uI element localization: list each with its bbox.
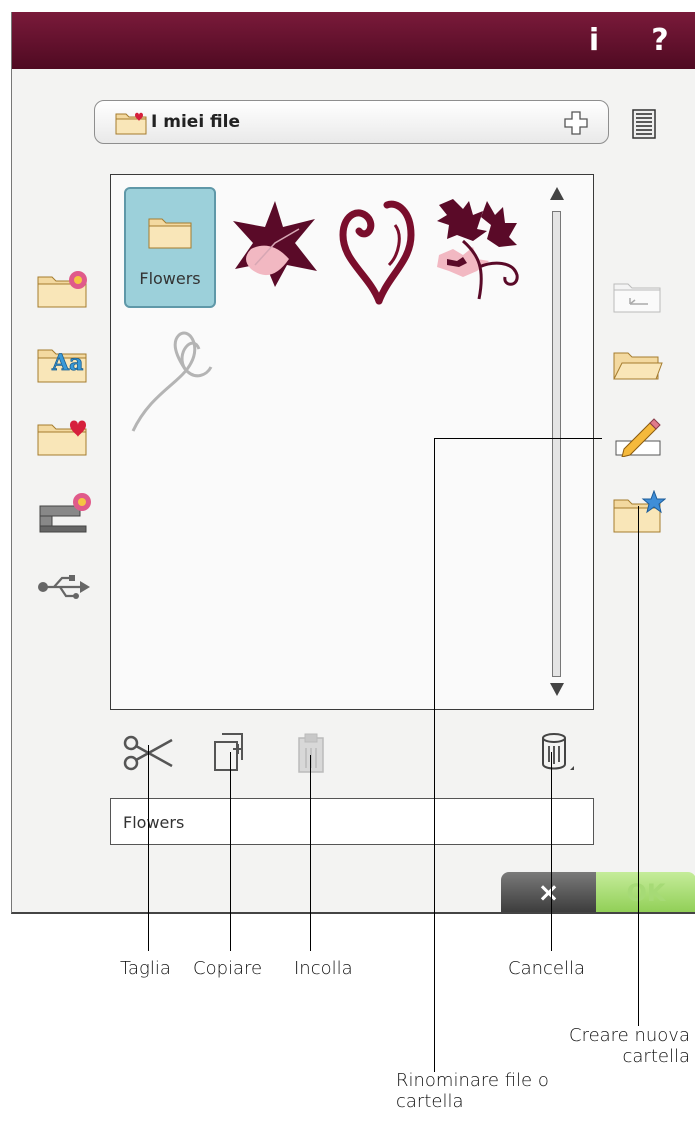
callout-new-folder-line2: cartella <box>622 1046 691 1067</box>
callout-new-folder-line1: Creare nuova <box>569 1025 690 1046</box>
machine-folder-icon[interactable] <box>36 490 92 534</box>
callout-line-paste <box>310 755 311 951</box>
callout-rename-line1: Rinominare file o <box>396 1070 549 1091</box>
scrollbar[interactable] <box>547 181 567 701</box>
location-label: I miei file <box>151 112 241 132</box>
flower-folder-icon[interactable] <box>36 269 90 309</box>
cancel-button[interactable]: × <box>501 872 596 912</box>
callout-line-rename-horizontal <box>434 438 602 439</box>
callout-line-delete <box>551 752 552 951</box>
oak-leaves-design-icon[interactable] <box>433 195 525 305</box>
expand-plus-icon[interactable] <box>563 110 589 136</box>
callout-paste: Incolla <box>294 958 353 979</box>
folder-icon <box>148 218 192 249</box>
font-folder-icon[interactable]: Aa <box>36 342 90 384</box>
paste-icon <box>298 733 324 773</box>
callout-copy: Copiare <box>193 958 263 979</box>
file-grid: Flowers <box>110 174 594 710</box>
help-button[interactable]: ? <box>640 12 680 69</box>
file-item-folder[interactable]: Flowers <box>124 187 216 308</box>
ok-button[interactable]: OK <box>596 872 695 912</box>
callout-line-new-folder <box>638 506 639 1026</box>
scroll-down-icon[interactable] <box>549 681 565 697</box>
name-field-value: Flowers <box>123 813 185 832</box>
callout-line-copy <box>230 752 231 951</box>
scroll-up-icon[interactable] <box>549 185 565 201</box>
name-field[interactable]: Flowers <box>110 798 594 845</box>
heart-ribbon-design-icon[interactable] <box>131 323 221 433</box>
cancel-icon: × <box>537 878 560 908</box>
location-selector[interactable]: I miei file <box>94 100 609 144</box>
folder-up-icon <box>613 283 661 313</box>
scroll-track[interactable] <box>552 211 561 677</box>
rename-pencil-icon[interactable] <box>614 417 664 457</box>
new-folder-icon[interactable] <box>612 490 666 534</box>
callout-new-folder: Creare nuova cartella <box>540 1025 690 1067</box>
file-item-name: Flowers <box>139 269 201 288</box>
my-files-heart-folder-icon[interactable] <box>36 417 90 457</box>
list-view-icon[interactable] <box>632 109 656 139</box>
usb-icon[interactable] <box>36 572 90 602</box>
info-button[interactable]: i <box>574 12 614 69</box>
svg-text:Aa: Aa <box>51 350 83 376</box>
heart-swirl-design-icon[interactable] <box>339 195 419 305</box>
callout-line-cut <box>148 745 149 951</box>
callout-rename-line2: cartella <box>396 1091 464 1112</box>
trash-icon[interactable] <box>540 732 576 776</box>
callout-cut: Taglia <box>120 958 171 979</box>
callout-delete: Cancella <box>508 958 586 979</box>
ok-label: OK <box>626 879 666 907</box>
callout-line-rename <box>434 438 435 1072</box>
callout-rename: Rinominare file o cartella <box>396 1070 549 1112</box>
file-manager-screen: i ? I miei file Flowers Aa Flowers × OK <box>11 12 695 914</box>
title-bar: i ? <box>12 12 695 69</box>
leaf-design-icon[interactable] <box>231 199 319 289</box>
open-folder-icon[interactable] <box>612 349 664 383</box>
my-files-folder-icon <box>115 112 147 135</box>
